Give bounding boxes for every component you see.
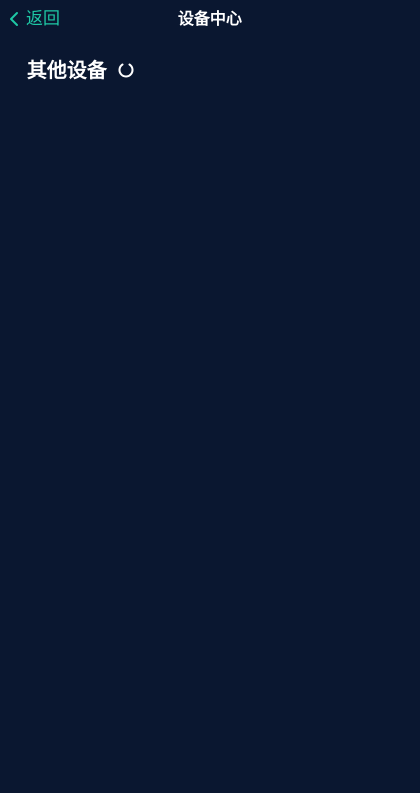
page-title: 设备中心	[177, 9, 242, 28]
other-devices-header: 其他设备	[27, 55, 135, 85]
section-title: 其他设备	[27, 58, 107, 82]
device-center-screen: 返回 设备中心 其他设备	[0, 0, 420, 793]
loading-spinner-icon	[117, 61, 135, 79]
nav-bar: 返回 设备中心	[0, 0, 420, 38]
